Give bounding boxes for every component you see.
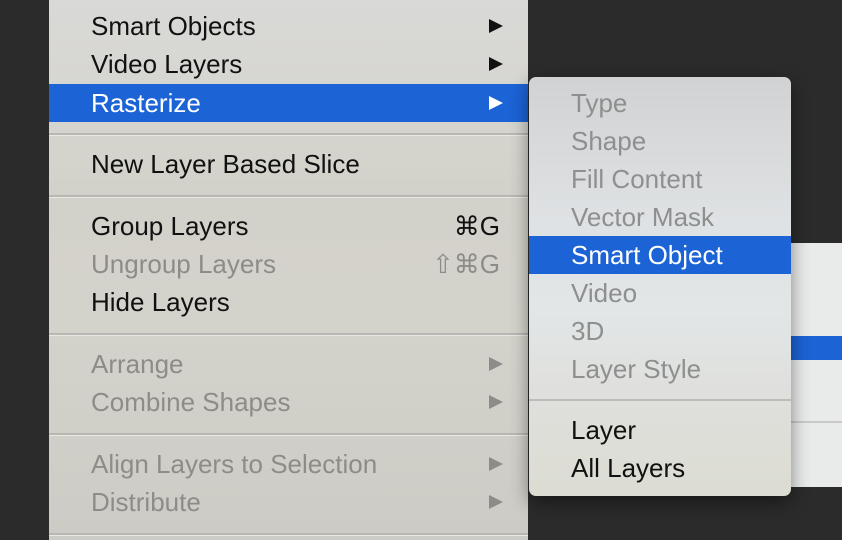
menu-item-label: Smart Objects <box>91 11 256 41</box>
submenu-item-label: Layer <box>571 415 637 445</box>
submenu-arrow-icon <box>489 57 503 71</box>
menu-item-arrange[interactable]: Arrange <box>49 345 528 383</box>
layer-menu: Smart Objects Video Layers Rasterize New… <box>49 0 528 540</box>
menu-item-label: Distribute <box>91 487 201 517</box>
menu-item-align-layers-to-selection[interactable]: Align Layers to Selection <box>49 445 528 483</box>
submenu-item-label: Layer Style <box>571 354 702 384</box>
background-panel-highlight <box>785 336 842 360</box>
menu-separator-highlight <box>49 535 528 536</box>
menu-item-new-layer-based-slice[interactable]: New Layer Based Slice <box>49 145 528 183</box>
menu-separator-highlight <box>49 135 528 136</box>
submenu-arrow-icon <box>489 495 503 509</box>
submenu-item-video[interactable]: Video <box>529 274 791 312</box>
submenu-arrow-icon <box>489 96 503 110</box>
menu-item-label: Rasterize <box>91 88 201 118</box>
menu-item-label: Ungroup Layers <box>91 249 276 279</box>
menu-item-ungroup-layers[interactable]: Ungroup Layers ⇧⌘G <box>49 245 528 283</box>
submenu-arrow-icon <box>489 19 503 33</box>
menu-separator-highlight <box>49 435 528 436</box>
submenu-item-layer-style[interactable]: Layer Style <box>529 350 791 388</box>
menu-item-distribute[interactable]: Distribute <box>49 483 528 521</box>
menu-item-shortcut: ⌘G <box>453 211 500 241</box>
menu-item-label: Hide Layers <box>91 287 230 317</box>
menu-item-hide-layers[interactable]: Hide Layers <box>49 283 528 321</box>
menu-item-rasterize[interactable]: Rasterize <box>49 84 528 122</box>
submenu-item-label: Shape <box>571 126 647 156</box>
menu-item-label: Arrange <box>91 349 184 379</box>
rasterize-submenu: Type Shape Fill Content Vector Mask Smar… <box>529 77 791 496</box>
submenu-item-label: Smart Object <box>571 240 723 270</box>
submenu-item-label: 3D <box>571 316 605 346</box>
submenu-item-label: Video <box>571 278 638 308</box>
menu-item-label: Combine Shapes <box>91 387 291 417</box>
menu-item-group-layers[interactable]: Group Layers ⌘G <box>49 207 528 245</box>
submenu-item-fill-content[interactable]: Fill Content <box>529 160 791 198</box>
submenu-item-label: All Layers <box>571 453 686 483</box>
submenu-arrow-icon <box>489 357 503 371</box>
menu-item-smart-objects[interactable]: Smart Objects <box>49 7 528 45</box>
menu-item-label: Group Layers <box>91 211 249 241</box>
menu-item-label: Video Layers <box>91 49 243 79</box>
menu-separator-highlight <box>49 335 528 336</box>
submenu-item-3d[interactable]: 3D <box>529 312 791 350</box>
submenu-item-label: Fill Content <box>571 164 703 194</box>
menu-item-label: New Layer Based Slice <box>91 149 360 179</box>
background-panel <box>785 243 842 487</box>
submenu-arrow-icon <box>489 395 503 409</box>
menu-item-shortcut: ⇧⌘G <box>431 249 500 279</box>
submenu-item-all-layers[interactable]: All Layers <box>529 449 791 487</box>
background-panel-separator <box>785 421 842 423</box>
menu-separator-highlight <box>49 197 528 198</box>
submenu-item-label: Type <box>571 88 628 118</box>
submenu-item-type[interactable]: Type <box>529 84 791 122</box>
submenu-separator <box>529 399 791 401</box>
menu-item-video-layers[interactable]: Video Layers <box>49 45 528 83</box>
submenu-item-smart-object[interactable]: Smart Object <box>529 236 791 274</box>
menu-item-label: Align Layers to Selection <box>91 449 378 479</box>
submenu-item-shape[interactable]: Shape <box>529 122 791 160</box>
submenu-item-label: Vector Mask <box>571 202 715 232</box>
submenu-item-layer[interactable]: Layer <box>529 411 791 449</box>
submenu-item-vector-mask[interactable]: Vector Mask <box>529 198 791 236</box>
menu-item-combine-shapes[interactable]: Combine Shapes <box>49 383 528 421</box>
submenu-arrow-icon <box>489 457 503 471</box>
